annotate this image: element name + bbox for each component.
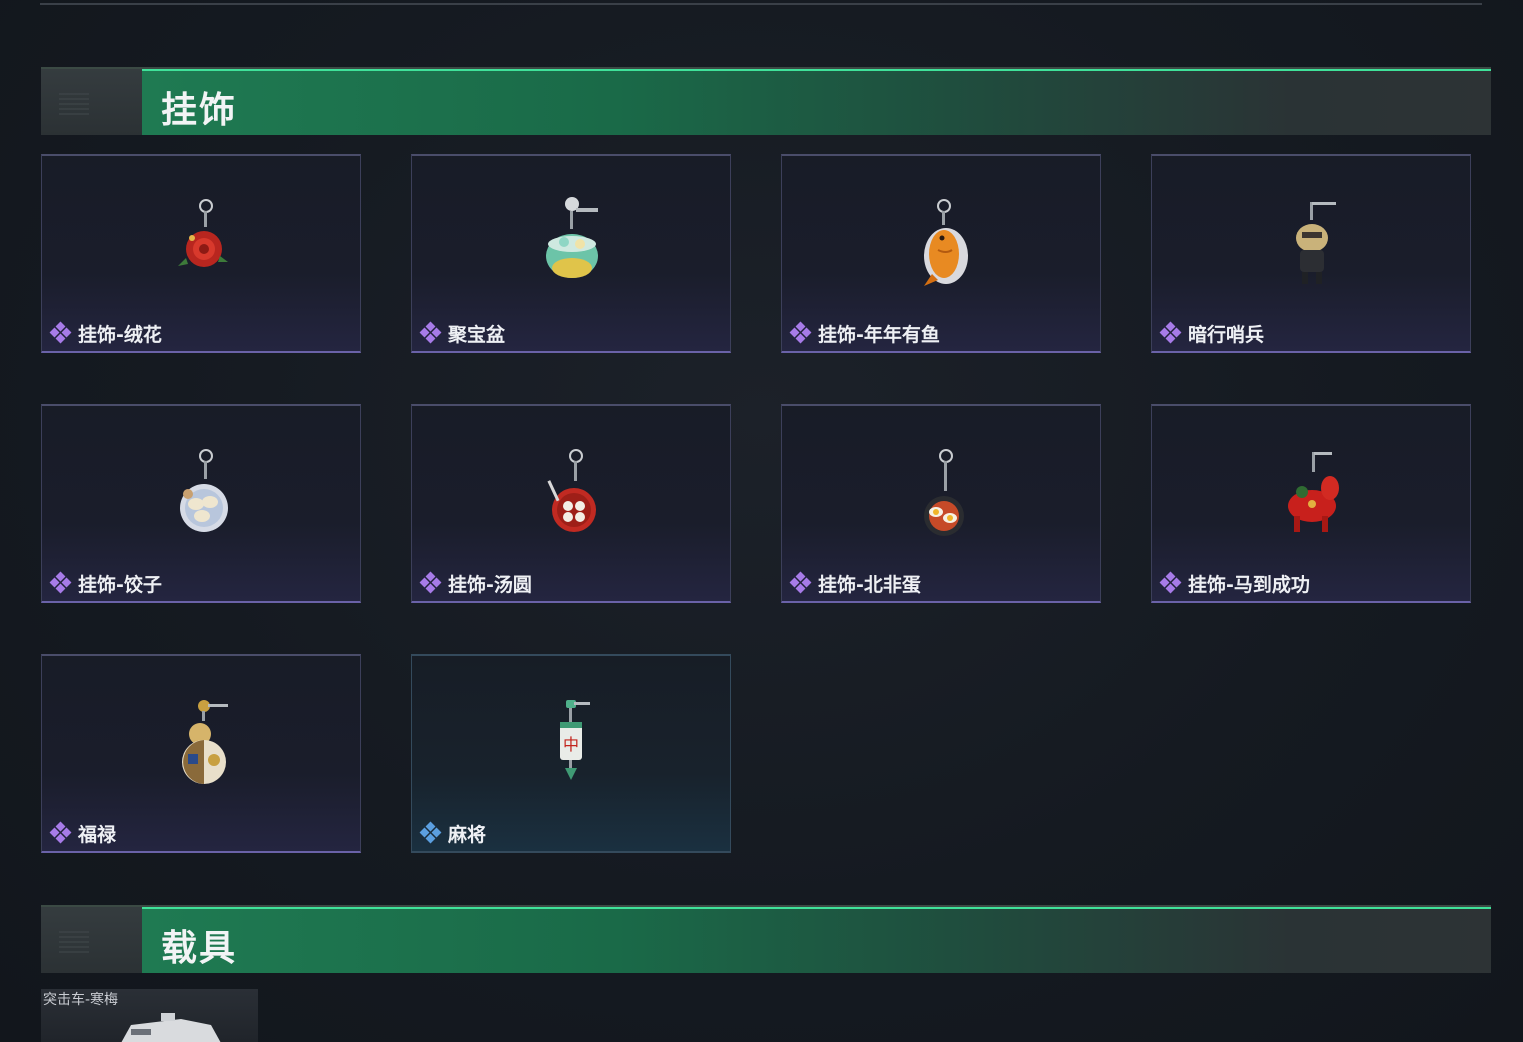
- pendant-name: 挂饰-绒花: [78, 323, 162, 346]
- pendant-card[interactable]: 挂饰-汤圆: [411, 404, 731, 603]
- dumpling-plate-charm-icon: [180, 449, 228, 532]
- rarity-diamond-icon: [789, 321, 812, 344]
- header-stub: [41, 907, 142, 973]
- pendant-card[interactable]: 福禄: [41, 654, 361, 853]
- section-title: 挂饰: [161, 90, 238, 131]
- sentinel-doll-charm-icon: [1296, 202, 1336, 284]
- shakshuka-pan-charm-icon: [924, 449, 964, 536]
- pendant-name: 挂饰-北非蛋: [818, 573, 921, 596]
- pendant-card[interactable]: 暗行哨兵: [1151, 154, 1471, 353]
- pendant-card[interactable]: 聚宝盆: [411, 154, 731, 353]
- header-stub: [41, 69, 142, 135]
- top-divider: [40, 0, 1482, 5]
- svg-text:中: 中: [563, 735, 579, 754]
- tangyuan-bowl-charm-icon: [547, 449, 596, 532]
- rarity-diamond-icon: [419, 821, 442, 844]
- header-band: [142, 907, 1491, 973]
- pendant-name: 聚宝盆: [448, 323, 506, 346]
- assault-vehicle-image: [121, 1013, 221, 1042]
- rarity-diamond-icon: [1159, 571, 1182, 594]
- pendant-name: 挂饰-饺子: [78, 573, 162, 596]
- rarity-diamond-icon: [49, 321, 72, 344]
- rarity-diamond-icon: [1159, 321, 1182, 344]
- pendant-name: 挂饰-年年有鱼: [818, 323, 940, 346]
- gourd-charm-icon: [182, 700, 228, 784]
- rarity-diamond-icon: [419, 571, 442, 594]
- treasure-bowl-charm-icon: [546, 197, 598, 278]
- pendant-card[interactable]: 挂饰-北非蛋: [781, 404, 1101, 603]
- pendant-card[interactable]: 挂饰-饺子: [41, 404, 361, 603]
- pendant-card[interactable]: 挂饰-马到成功: [1151, 404, 1471, 603]
- golden-fish-charm-icon: [924, 199, 968, 286]
- rarity-diamond-icon: [49, 571, 72, 594]
- red-horse-charm-icon: [1288, 452, 1339, 532]
- red-flower-charm-icon: [178, 199, 228, 267]
- section-header-vehicles: 载具: [41, 905, 1491, 973]
- pendant-card[interactable]: 挂饰-绒花: [41, 154, 361, 353]
- rarity-diamond-icon: [419, 321, 442, 344]
- pendant-name: 福禄: [78, 823, 117, 846]
- pendant-name: 暗行哨兵: [1188, 323, 1265, 346]
- pendant-name: 麻将: [448, 823, 487, 846]
- section-header-pendants: 挂饰: [41, 67, 1491, 135]
- vehicle-card[interactable]: 突击车-寒梅: [41, 989, 258, 1042]
- pendant-name: 挂饰-汤圆: [448, 573, 532, 596]
- pendant-card[interactable]: 中 麻将: [411, 654, 731, 853]
- rarity-diamond-icon: [789, 571, 812, 594]
- pendant-name: 挂饰-马到成功: [1188, 573, 1310, 596]
- header-band: [142, 69, 1491, 135]
- mahjong-tile-charm-icon: 中: [560, 700, 590, 780]
- section-title: 载具: [161, 928, 238, 969]
- rarity-diamond-icon: [49, 821, 72, 844]
- pendant-card[interactable]: 挂饰-年年有鱼: [781, 154, 1101, 353]
